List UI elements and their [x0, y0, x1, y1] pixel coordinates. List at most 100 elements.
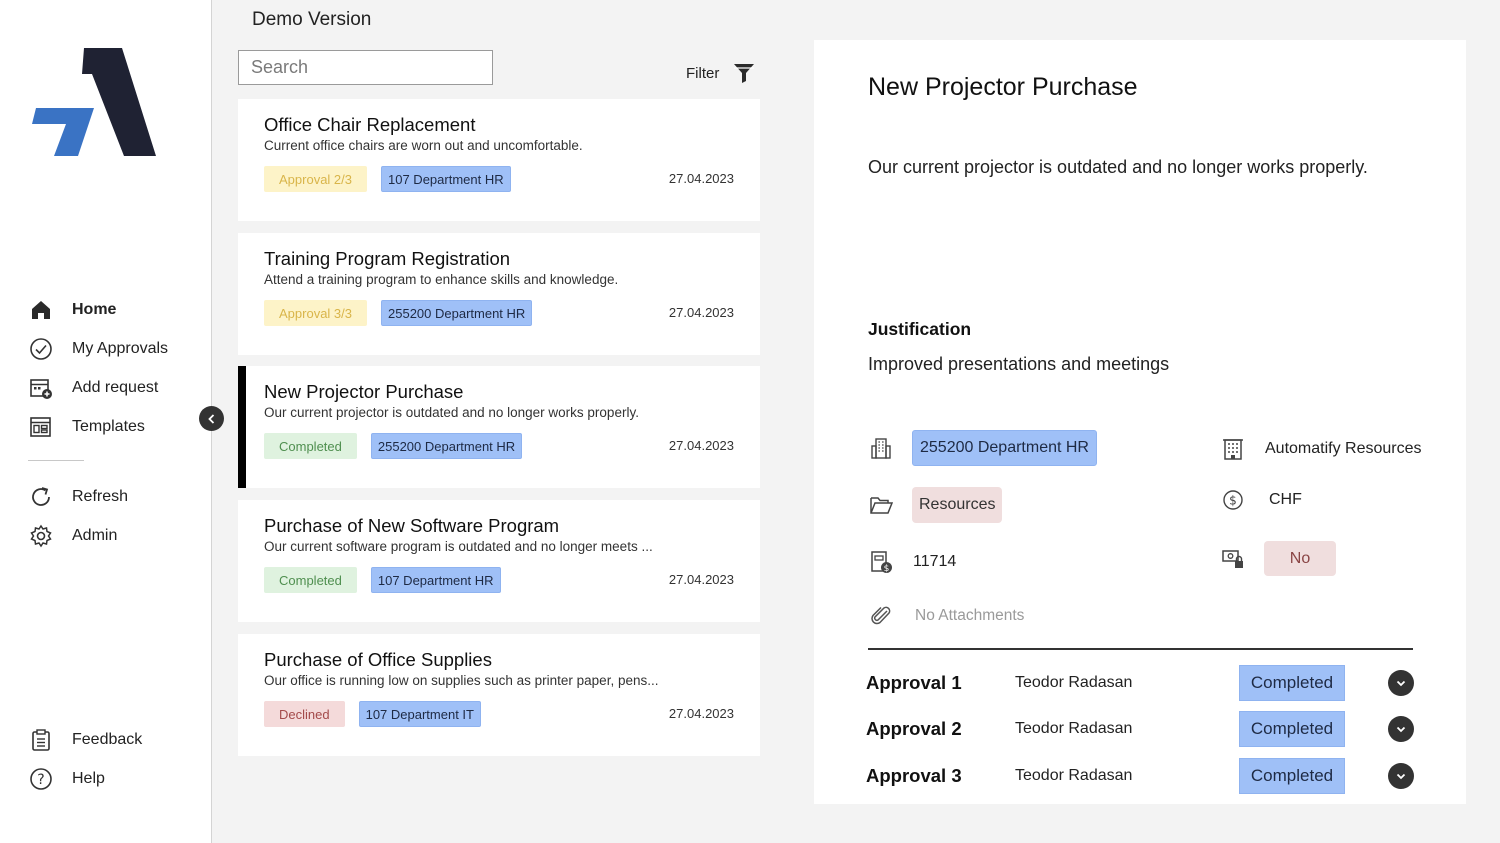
request-card[interactable]: Purchase of New Software Program Our cur…	[238, 500, 760, 622]
building-icon	[868, 435, 894, 461]
nav-templates[interactable]: Templates	[28, 407, 168, 446]
amount-value: 11714	[913, 553, 957, 570]
paperclip-icon	[868, 603, 894, 629]
department-row: 255200 Department HR	[868, 430, 1097, 466]
request-card[interactable]: Purchase of Office Supplies Our office i…	[238, 634, 760, 756]
nav-add-request[interactable]: Add request	[28, 368, 168, 407]
card-date: 27.04.2023	[668, 305, 734, 320]
page-title: Demo Version	[252, 9, 372, 30]
department-badge: 255200 Department HR	[381, 300, 533, 326]
nav-admin-label: Admin	[72, 526, 118, 544]
approval-name: Approval 3	[866, 765, 962, 786]
home-icon	[28, 297, 54, 323]
budget-flag-button[interactable]: No	[1264, 541, 1336, 576]
approval-name: Approval 1	[866, 672, 962, 693]
svg-text:$: $	[884, 564, 890, 574]
department-badge: 107 Department HR	[381, 166, 511, 192]
section-divider	[868, 648, 1413, 650]
expand-approval-button[interactable]	[1388, 670, 1414, 696]
approver-name: Teodor Radasan	[1015, 720, 1133, 737]
chevron-down-icon	[1396, 773, 1406, 780]
invoice-dollar-icon: $	[868, 549, 894, 575]
attachments-row: No Attachments	[868, 603, 1024, 629]
app-logo	[32, 48, 156, 156]
approver-name: Teodor Radasan	[1015, 767, 1133, 784]
status-badge: Completed	[264, 433, 357, 459]
nav-help[interactable]: ? Help	[28, 759, 142, 798]
nav-my-approvals[interactable]: My Approvals	[28, 329, 168, 368]
detail-description: Our current projector is outdated and no…	[868, 157, 1368, 177]
nav-refresh-label: Refresh	[72, 487, 129, 505]
chevron-left-icon	[207, 413, 214, 424]
gear-icon	[28, 523, 54, 549]
main-nav: Home My Approvals Add request Templates	[28, 290, 168, 555]
nav-home-label: Home	[72, 300, 117, 318]
approval-row: Approval 3 Teodor Radasan Completed	[866, 758, 1414, 794]
status-badge: Approval 3/3	[264, 300, 367, 326]
card-description: Our current software program is outdated…	[264, 539, 653, 554]
approval-name: Approval 2	[866, 718, 962, 739]
search-input[interactable]	[238, 50, 493, 85]
category-row: Resources	[868, 487, 1003, 523]
bottom-nav: Feedback ? Help	[28, 720, 142, 798]
money-lock-icon	[1220, 546, 1246, 572]
nav-admin[interactable]: Admin	[28, 516, 168, 555]
approval-status-badge: Completed	[1239, 711, 1345, 747]
nav-feedback[interactable]: Feedback	[28, 720, 142, 759]
status-badge: Approval 2/3	[264, 166, 367, 192]
sidebar: Home My Approvals Add request Templates	[0, 0, 212, 843]
currency-row: $ CHF	[1220, 487, 1302, 513]
filter-icon	[734, 64, 755, 83]
currency-value: CHF	[1269, 491, 1302, 508]
chevron-down-icon	[1396, 680, 1406, 687]
collapse-sidebar-button[interactable]	[199, 406, 224, 431]
dollar-circle-icon: $	[1220, 487, 1246, 513]
template-icon	[28, 414, 54, 440]
request-card[interactable]: Training Program Registration Attend a t…	[238, 233, 760, 355]
approval-status-badge: Completed	[1239, 665, 1345, 701]
company-row: Automatify Resources	[1220, 436, 1422, 462]
department-badge: 107 Department IT	[358, 701, 481, 727]
detail-panel: New Projector Purchase Our current proje…	[814, 40, 1466, 804]
status-badge: Declined	[264, 701, 345, 727]
filter-button[interactable]: Filter	[686, 62, 755, 84]
card-date: 27.04.2023	[668, 438, 734, 453]
office-building-icon	[1220, 436, 1246, 462]
nav-refresh[interactable]: Refresh	[28, 477, 168, 516]
expand-approval-button[interactable]	[1388, 763, 1414, 789]
svg-text:$: $	[1229, 494, 1237, 508]
folder-open-icon	[868, 492, 894, 518]
check-circle-icon	[28, 336, 54, 362]
refresh-icon	[28, 484, 54, 510]
nav-feedback-label: Feedback	[72, 730, 143, 748]
card-title: Office Chair Replacement	[264, 114, 476, 135]
help-icon: ?	[28, 766, 54, 792]
calendar-add-icon	[28, 375, 54, 401]
attachments-text: No Attachments	[915, 607, 1025, 624]
filter-label: Filter	[686, 64, 720, 82]
card-date: 27.04.2023	[668, 171, 734, 186]
chevron-down-icon	[1396, 726, 1406, 733]
card-title: Training Program Registration	[264, 248, 511, 269]
card-date: 27.04.2023	[668, 706, 734, 721]
card-title: Purchase of New Software Program	[264, 515, 560, 536]
department-badge: 255200 Department HR	[912, 430, 1097, 466]
card-description: Our current projector is outdated and no…	[264, 405, 639, 420]
card-title: New Projector Purchase	[264, 381, 464, 402]
request-card-selected[interactable]: New Projector Purchase Our current proje…	[238, 366, 760, 488]
justification-heading: Justification	[868, 319, 972, 339]
nav-templates-label: Templates	[72, 417, 145, 435]
approver-name: Teodor Radasan	[1015, 674, 1133, 691]
nav-my-approvals-label: My Approvals	[72, 339, 169, 357]
nav-home[interactable]: Home	[28, 290, 168, 329]
request-card[interactable]: Office Chair Replacement Current office …	[238, 99, 760, 221]
justification-text: Improved presentations and meetings	[868, 354, 1170, 374]
department-badge: 255200 Department HR	[370, 433, 523, 459]
card-title: Purchase of Office Supplies	[264, 649, 492, 670]
nav-help-label: Help	[72, 769, 105, 787]
amount-row: $ 11714	[868, 549, 956, 575]
card-date: 27.04.2023	[668, 572, 734, 587]
expand-approval-button[interactable]	[1388, 716, 1414, 742]
nav-add-request-label: Add request	[72, 378, 159, 396]
budget-row: No	[1220, 541, 1336, 576]
